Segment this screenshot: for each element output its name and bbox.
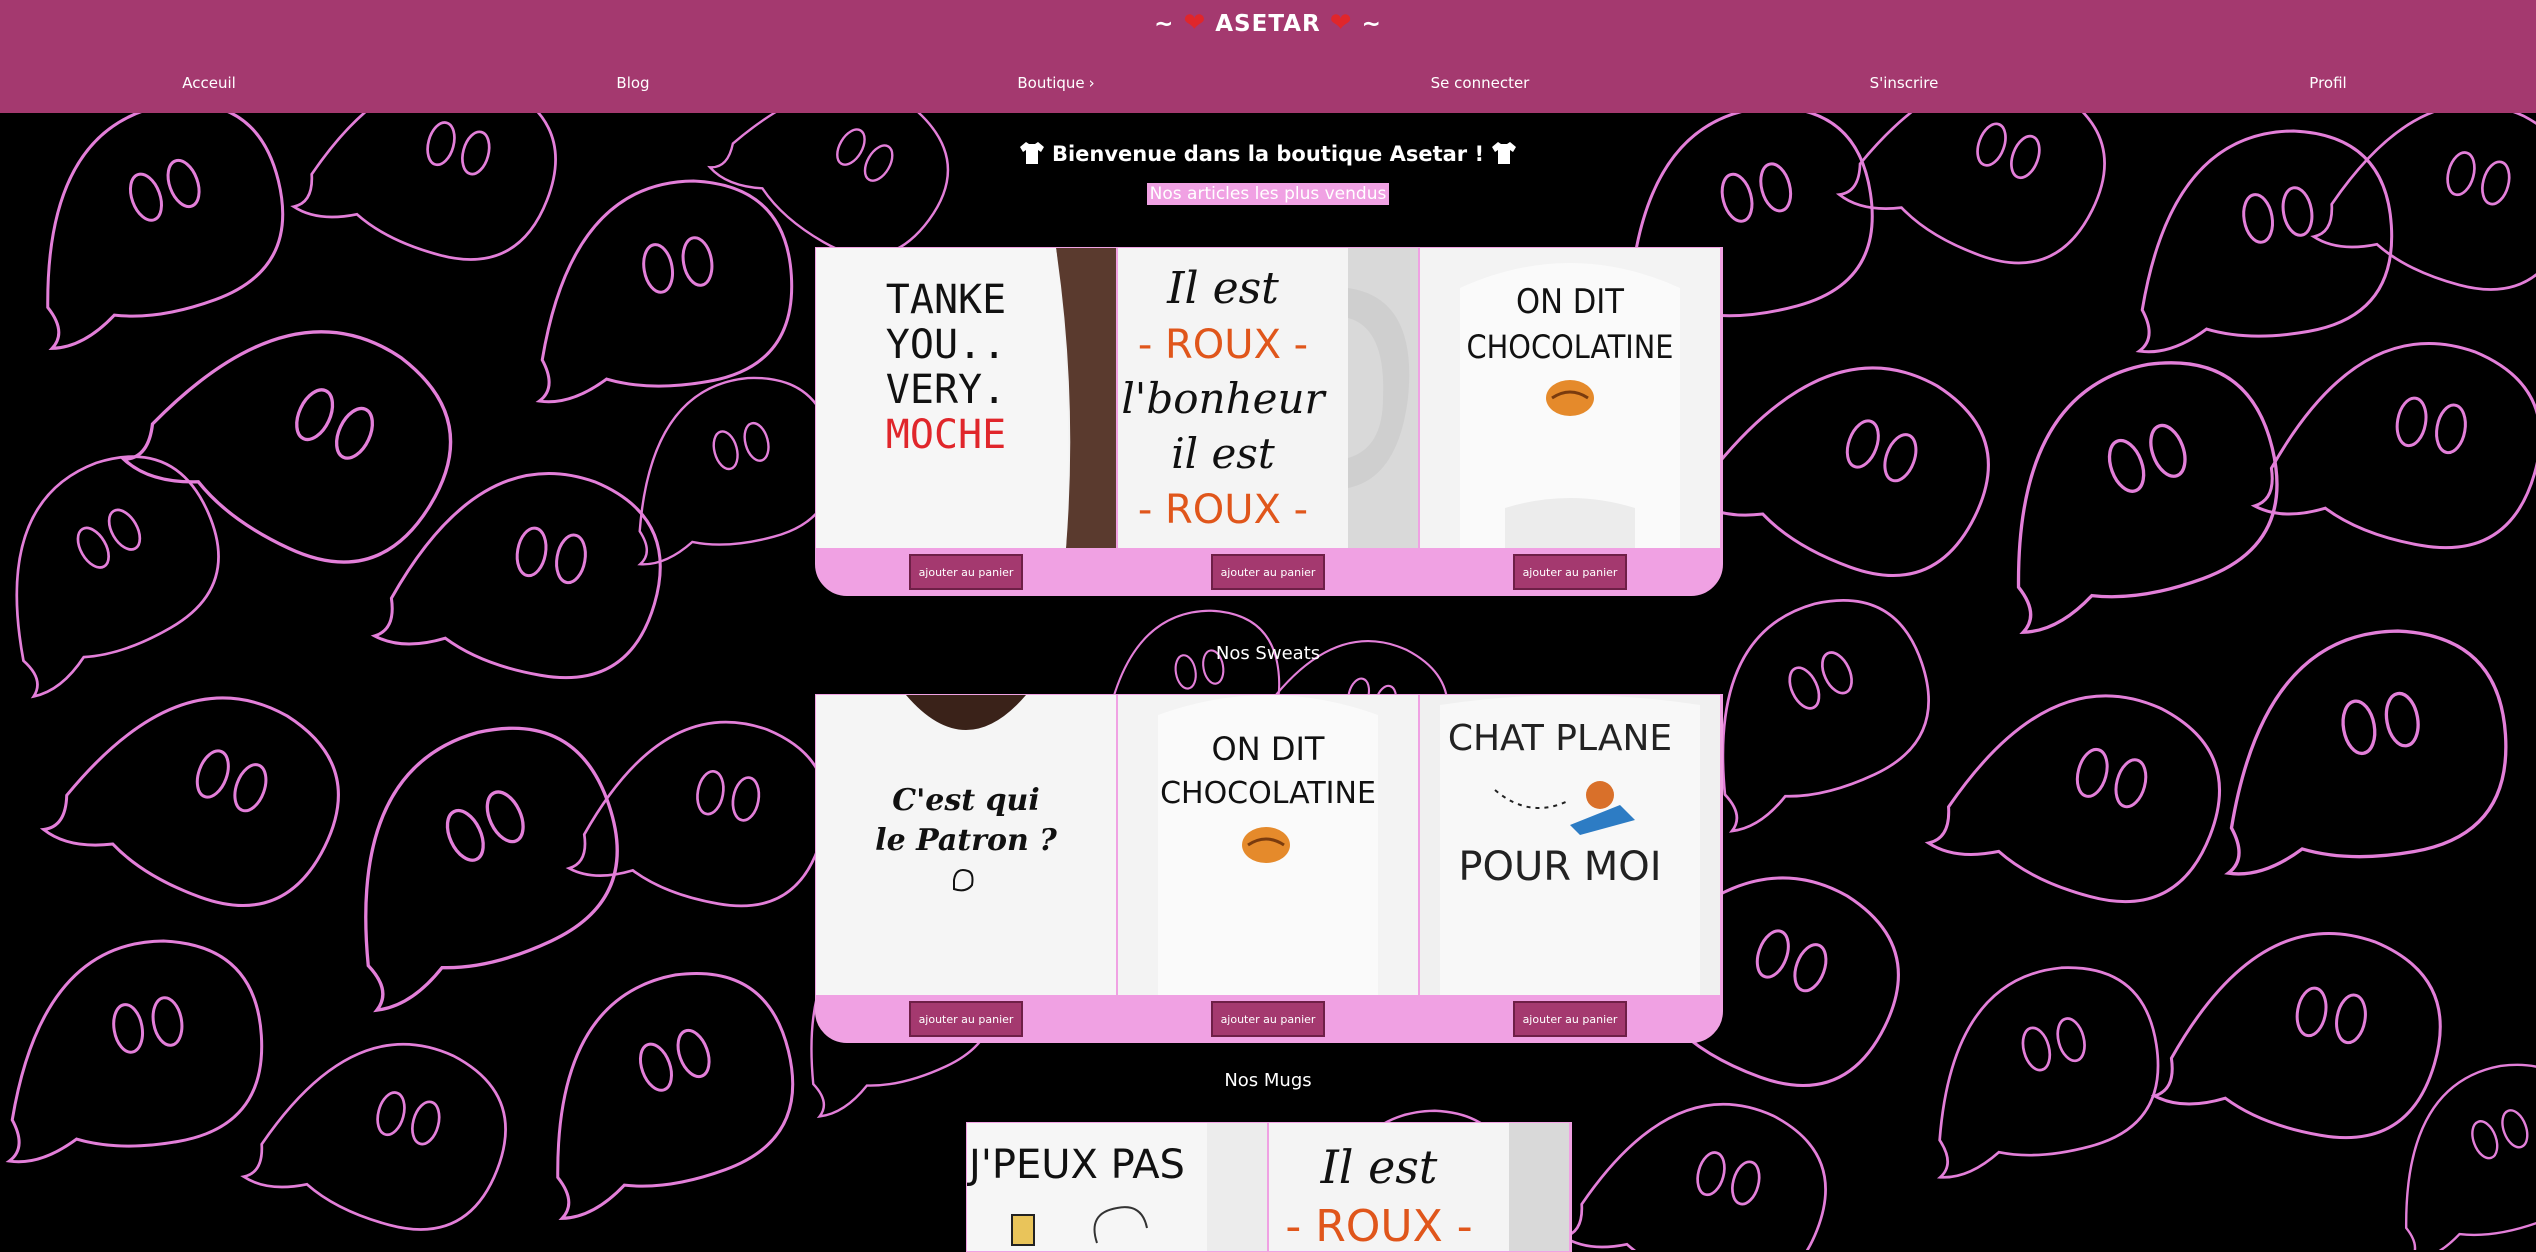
product-text-red: MOCHE bbox=[886, 412, 1006, 458]
product-card-roux-mug[interactable]: Il est - ROUX - l'bonheur il est - ROUX … bbox=[1118, 248, 1420, 548]
sweats-row: C'est qui le Patron ? ON DIT CHOCOLATINE… bbox=[815, 694, 1723, 1043]
product-text: Il est bbox=[1166, 263, 1279, 314]
nav-item-sinscrire[interactable]: S'inscrire bbox=[1784, 74, 2024, 92]
product-card-jpeux-pas-mug[interactable]: J'PEUX PAS bbox=[967, 1123, 1269, 1251]
mug-product-image: Il est - ROUX - l'bonheur il est - ROUX … bbox=[1118, 248, 1418, 548]
mugs-row: J'PEUX PAS Il est - ROUX - bbox=[966, 1122, 1572, 1252]
product-card-tanke-you[interactable]: TANKE YOU.. VERY. MOCHE bbox=[816, 248, 1118, 548]
cat-icon bbox=[1586, 781, 1614, 809]
bestsellers-row: TANKE YOU.. VERY. MOCHE Il est - ROUX - … bbox=[815, 247, 1723, 596]
product-card-roux-mug-2[interactable]: Il est - ROUX - bbox=[1269, 1123, 1569, 1251]
nav-item-blog[interactable]: Blog bbox=[513, 74, 753, 92]
welcome-heading: Bienvenue dans la boutique Asetar ! bbox=[0, 140, 2536, 166]
tshirt-icon bbox=[1019, 142, 1044, 164]
product-text: YOU.. bbox=[886, 322, 1006, 368]
heart-icon: ❤ bbox=[1329, 8, 1353, 38]
product-text: TANKE bbox=[886, 277, 1006, 323]
hoodie-product-image: ON DIT CHOCOLATINE bbox=[1420, 248, 1720, 548]
site-title: ~ ❤ ASETAR ❤ ~ bbox=[0, 8, 2536, 38]
product-card-chocolatine-hoodie[interactable]: ON DIT CHOCOLATINE bbox=[1420, 248, 1720, 548]
add-to-cart-button[interactable]: ajouter au panier bbox=[909, 554, 1023, 590]
product-text: CHOCOLATINE bbox=[1160, 776, 1376, 811]
product-text: Il est bbox=[1320, 1140, 1438, 1194]
nav-item-profil[interactable]: Profil bbox=[2208, 74, 2448, 92]
add-to-cart-button[interactable]: ajouter au panier bbox=[1211, 554, 1325, 590]
sweats-title: Nos Sweats bbox=[1215, 643, 1321, 664]
product-text: le Patron ? bbox=[875, 823, 1057, 858]
product-text: C'est qui bbox=[892, 783, 1040, 818]
mug-product-image: Il est - ROUX - bbox=[1269, 1123, 1569, 1251]
bestsellers-title: Nos articles les plus vendus bbox=[1146, 183, 1390, 205]
title-tilde: ~ bbox=[1154, 11, 1175, 37]
nav-item-label: Boutique bbox=[1017, 74, 1085, 92]
mug-product-image: J'PEUX PAS bbox=[967, 1123, 1267, 1251]
product-text-orange: - ROUX - bbox=[1138, 487, 1308, 533]
product-text: ON DIT bbox=[1212, 730, 1325, 768]
bestsellers-heading: Nos articles les plus vendus bbox=[0, 183, 2536, 205]
product-card-chat-plane[interactable]: CHAT PLANE POUR MOI bbox=[1420, 695, 1720, 995]
chevron-right-icon: › bbox=[1088, 74, 1095, 92]
add-to-cart-button[interactable]: ajouter au panier bbox=[1513, 1001, 1627, 1037]
nav-item-boutique[interactable]: Boutique › bbox=[936, 74, 1176, 92]
add-to-cart-button[interactable]: ajouter au panier bbox=[909, 1001, 1023, 1037]
mugs-title: Nos Mugs bbox=[1224, 1070, 1312, 1091]
hoodie-product-image: CHAT PLANE POUR MOI bbox=[1420, 695, 1720, 995]
site-title-text: ASETAR bbox=[1215, 11, 1321, 37]
tshirt-product-image: TANKE YOU.. VERY. MOCHE bbox=[816, 248, 1116, 548]
site-header: ~ ❤ ASETAR ❤ ~ Acceuil Blog Boutique › Se… bbox=[0, 0, 2536, 113]
product-text: ON DIT bbox=[1516, 282, 1624, 322]
welcome-text: Bienvenue dans la boutique Asetar ! bbox=[1051, 142, 1485, 166]
nav-item-acceuil[interactable]: Acceuil bbox=[89, 74, 329, 92]
product-text: l'bonheur bbox=[1121, 374, 1327, 423]
main-nav: Acceuil Blog Boutique › Se connecter S'in… bbox=[0, 74, 2536, 96]
product-text: J'PEUX PAS bbox=[967, 1142, 1185, 1188]
tshirt-icon bbox=[1492, 142, 1517, 164]
product-card-chocolatine-sweat[interactable]: ON DIT CHOCOLATINE bbox=[1118, 695, 1420, 995]
beer-icon bbox=[1011, 1214, 1035, 1246]
product-text: VERY. bbox=[886, 367, 1006, 413]
add-to-cart-button[interactable]: ajouter au panier bbox=[1211, 1001, 1325, 1037]
heart-icon: ❤ bbox=[1183, 8, 1207, 38]
add-to-cart-button[interactable]: ajouter au panier bbox=[1513, 554, 1627, 590]
nav-item-se-connecter[interactable]: Se connecter bbox=[1360, 74, 1600, 92]
product-text: CHOCOLATINE bbox=[1467, 328, 1674, 366]
product-text: POUR MOI bbox=[1458, 844, 1661, 890]
product-text: il est bbox=[1171, 429, 1275, 478]
product-card-patron-hoodie[interactable]: C'est qui le Patron ? bbox=[816, 695, 1118, 995]
hoodie-product-image: C'est qui le Patron ? bbox=[816, 695, 1116, 995]
product-text-orange: - ROUX - bbox=[1138, 322, 1308, 368]
title-tilde: ~ bbox=[1361, 11, 1382, 37]
hoodie-product-image: ON DIT CHOCOLATINE bbox=[1118, 695, 1418, 995]
shop-content: Bienvenue dans la boutique Asetar ! Nos … bbox=[0, 0, 2536, 1252]
product-text: CHAT PLANE bbox=[1448, 718, 1672, 759]
product-text-orange: - ROUX - bbox=[1285, 1201, 1472, 1251]
